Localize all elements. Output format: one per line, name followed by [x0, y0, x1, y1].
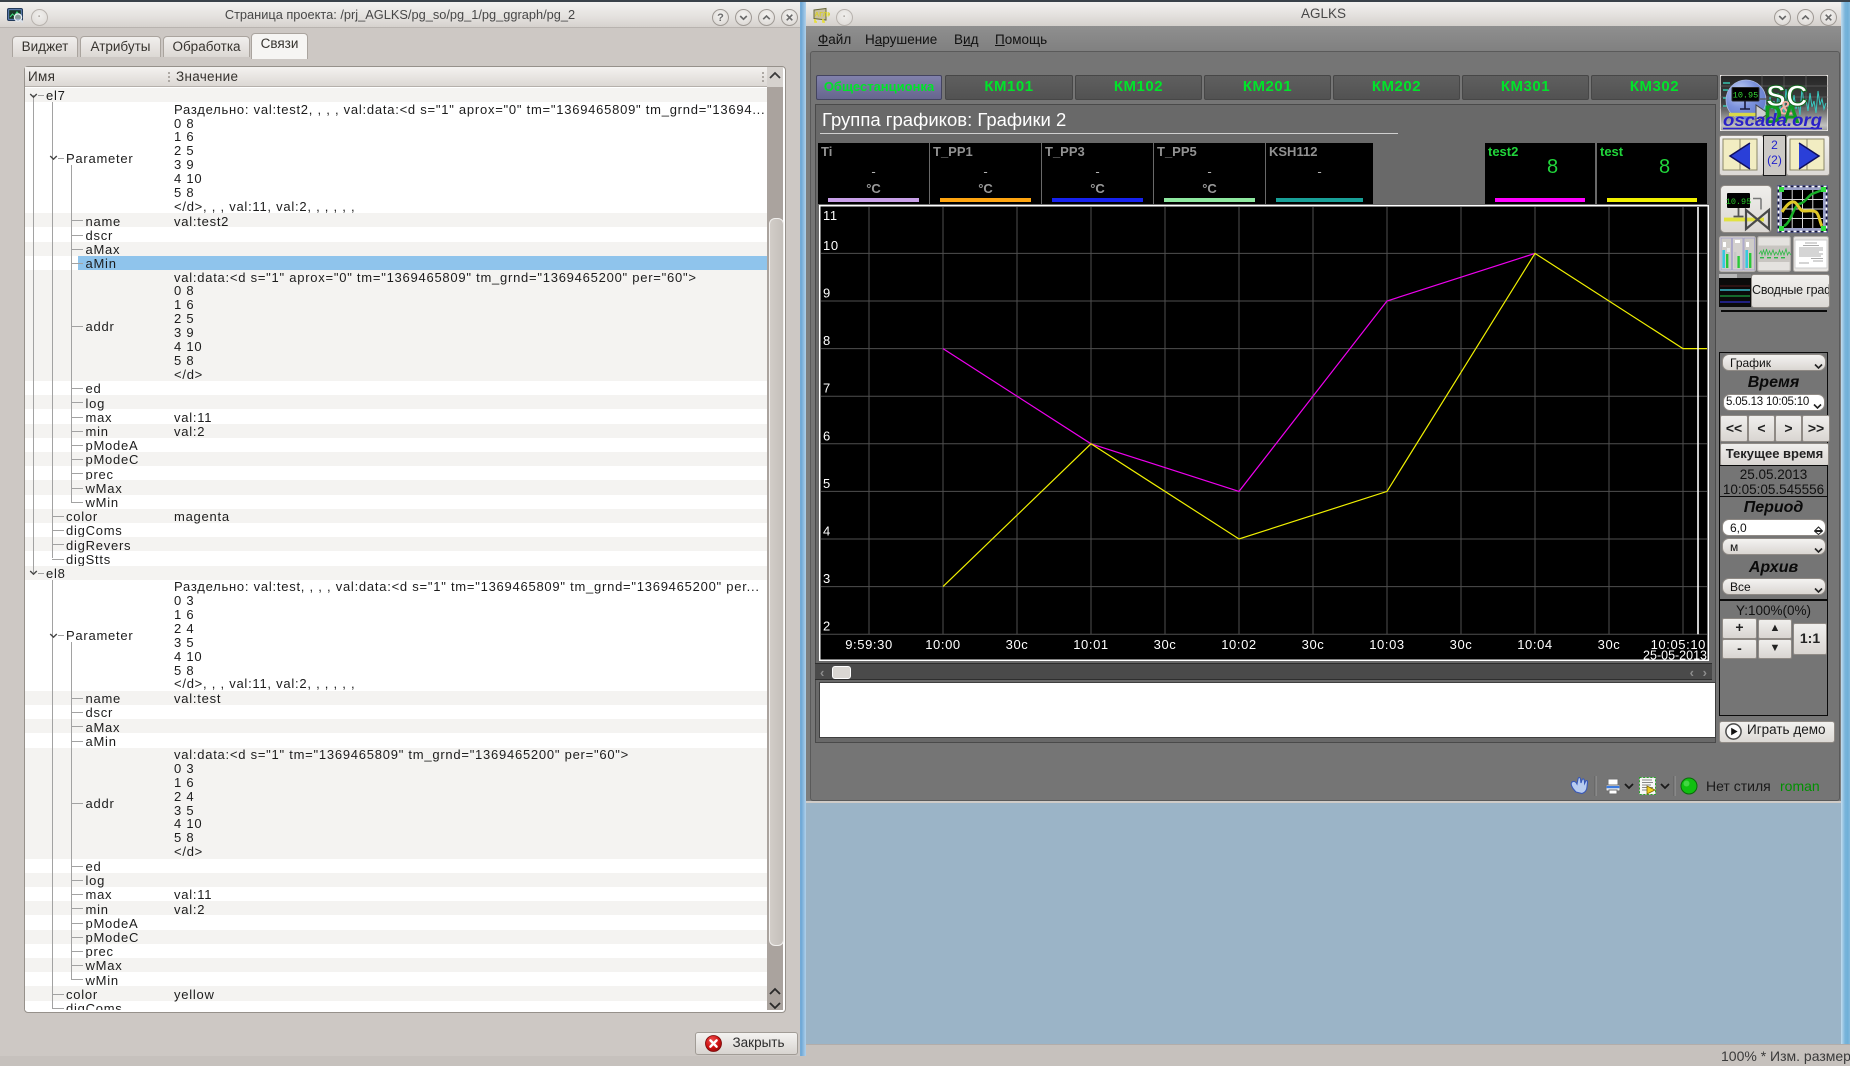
svg-text:10:03: 10:03	[1369, 637, 1405, 652]
svg-text:9: 9	[823, 286, 831, 301]
svg-text:oscada.org: oscada.org	[1723, 110, 1822, 130]
svg-text:30с: 30с	[1006, 637, 1029, 652]
svg-text:10.95: 10.95	[1733, 91, 1759, 101]
svg-text:10: 10	[823, 238, 839, 253]
svg-text:3: 3	[823, 571, 831, 586]
svg-text:10:02: 10:02	[1221, 637, 1257, 652]
svg-text:25-05-2013: 25-05-2013	[1643, 649, 1707, 662]
svg-text:10.95: 10.95	[1726, 197, 1752, 207]
svg-text:30с: 30с	[1154, 637, 1177, 652]
svg-text:10:01: 10:01	[1073, 637, 1109, 652]
svg-text:30с: 30с	[1450, 637, 1473, 652]
svg-text:6: 6	[823, 428, 831, 443]
svg-text:8: 8	[823, 333, 831, 348]
svg-text:5: 5	[823, 476, 831, 491]
svg-text:30с: 30с	[1598, 637, 1621, 652]
svg-text:7: 7	[823, 381, 831, 396]
svg-text:4: 4	[823, 524, 831, 539]
svg-text:?: ?	[717, 12, 724, 24]
svg-text:AГЛКС: AГЛКС	[815, 12, 831, 19]
svg-text:30с: 30с	[1302, 637, 1325, 652]
svg-text:11: 11	[823, 208, 838, 223]
svg-text:10:00: 10:00	[925, 637, 961, 652]
svg-text:9:59:30: 9:59:30	[845, 637, 893, 652]
svg-text:10:04: 10:04	[1517, 637, 1553, 652]
svg-text:2: 2	[823, 619, 831, 634]
